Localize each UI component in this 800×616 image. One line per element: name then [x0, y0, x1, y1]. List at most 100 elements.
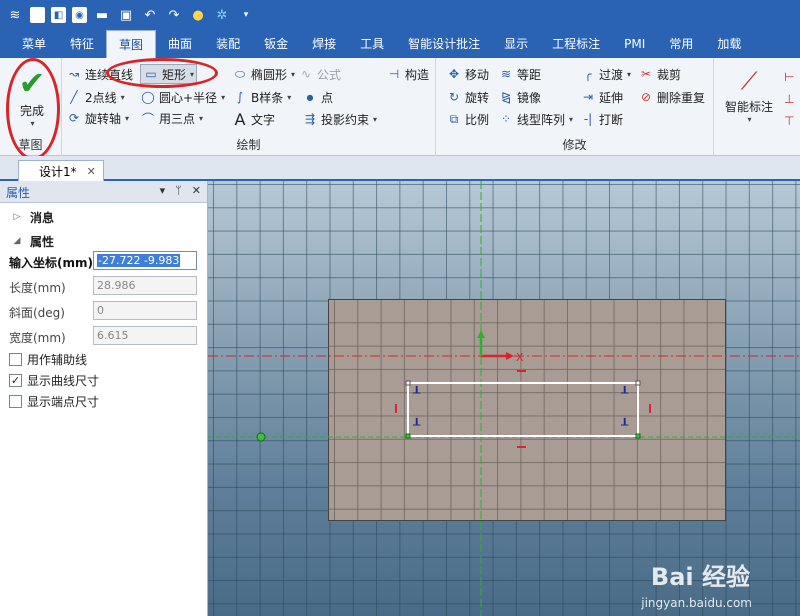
tab-load[interactable]: 加载: [705, 30, 753, 58]
show-curve-dim-label: 显示曲线尺寸: [27, 374, 100, 388]
lightbulb-icon[interactable]: ●: [189, 6, 207, 24]
chevron-down-icon: ▾: [747, 115, 752, 124]
move-button[interactable]: ✥ 移动: [446, 64, 489, 84]
tab-pmi[interactable]: PMI: [612, 30, 657, 58]
projection-constraint-button[interactable]: ⇶ 投影约束 ▾: [302, 109, 377, 129]
new-file-icon[interactable]: ◧: [51, 7, 66, 23]
width-field[interactable]: 6.615: [93, 326, 197, 345]
two-point-line-button[interactable]: ╱ 2点线 ▾: [66, 87, 124, 107]
message-section[interactable]: ▷ 消息: [0, 207, 208, 227]
bspline-button[interactable]: ∫ B样条 ▾: [232, 87, 291, 107]
save-icon[interactable]: ▣: [117, 6, 135, 24]
three-point-button[interactable]: ⌒ 用三点 ▾: [140, 108, 203, 128]
construct-button[interactable]: ⊣ 构造: [386, 64, 429, 84]
redo-icon[interactable]: ↷: [165, 6, 183, 24]
transition-button[interactable]: ╭ 过渡 ▾: [580, 64, 631, 84]
scale-button[interactable]: ⧉ 比例: [446, 109, 489, 129]
close-icon[interactable]: ✕: [192, 184, 201, 197]
smart-dimension-button[interactable]: ⟋ 智能标注 ▾: [720, 64, 778, 124]
rect-corner-handle[interactable]: [405, 380, 411, 386]
app-menu-icon[interactable]: ≋: [6, 6, 24, 24]
checkbox-icon: [9, 353, 22, 366]
linear-array-button[interactable]: ⁘ 线型阵列 ▾: [498, 109, 573, 129]
message-section-label: 消息: [30, 210, 55, 225]
width-label: 宽度(mm): [9, 331, 66, 345]
show-endpoint-dim-checkbox[interactable]: 显示端点尺寸: [9, 393, 99, 410]
close-icon[interactable]: ✕: [87, 165, 96, 178]
show-curve-dim-checkbox[interactable]: ✓ 显示曲线尺寸: [9, 372, 99, 389]
angle-field[interactable]: 0: [93, 301, 197, 320]
collapse-arrow-icon: ◢: [13, 236, 21, 246]
open-icon[interactable]: ◉: [72, 7, 87, 23]
rotate-button[interactable]: ↻ 旋转: [446, 87, 489, 107]
move-label: 移动: [465, 67, 490, 82]
length-field[interactable]: 28.986: [93, 276, 197, 295]
sketch-canvas[interactable]: X ┸ ┸ ┸ ┸ Bai 经验 jingyan.baidu.com: [208, 181, 800, 616]
coordinate-field[interactable]: -27.722 -9.983: [93, 251, 197, 270]
done-button[interactable]: ✔ 完成 ▾: [10, 64, 54, 134]
rotate-axis-label: 旋转轴: [85, 111, 122, 126]
tab-sheet-metal[interactable]: 钣金: [252, 30, 300, 58]
rect-corner-handle[interactable]: [405, 433, 411, 439]
rect-corner-handle[interactable]: [635, 380, 641, 386]
mirror-button[interactable]: ⧎ 镜像: [498, 87, 541, 107]
tab-feature[interactable]: 特征: [58, 30, 106, 58]
tab-common[interactable]: 常用: [657, 30, 705, 58]
property-section-label: 属性: [30, 234, 55, 249]
center-radius-button[interactable]: ◯ 圆心+半径 ▾: [140, 87, 225, 107]
tab-display[interactable]: 显示: [492, 30, 540, 58]
tab-tools[interactable]: 工具: [348, 30, 396, 58]
undo-icon[interactable]: ↶: [141, 6, 159, 24]
rotate-axis-button[interactable]: ⟳ 旋转轴 ▾: [66, 108, 129, 128]
connected-line-button[interactable]: ↝ 连续直线: [66, 64, 133, 84]
mirror-label: 镜像: [517, 90, 542, 105]
new-file-icon[interactable]: [30, 7, 45, 23]
folder-icon[interactable]: ▬: [93, 6, 111, 24]
rectangle-button[interactable]: ▭ 矩形 ▾: [140, 64, 198, 84]
equal-distance-button[interactable]: ≋ 等距: [498, 64, 541, 84]
trim-label: 裁剪: [657, 67, 682, 82]
tab-engineering-annotation[interactable]: 工程标注: [540, 30, 612, 58]
sketch-rectangle[interactable]: [407, 382, 639, 437]
equal-distance-label: 等距: [517, 67, 542, 82]
tab-sketch[interactable]: 草图: [106, 30, 157, 58]
line-icon: ╱: [70, 90, 78, 104]
rotate-axis-icon: ⟳: [68, 111, 80, 125]
chevron-down-icon: ▾: [199, 113, 204, 123]
chevron-down-icon: ▾: [291, 69, 296, 79]
ellipse-button[interactable]: ⬭ 椭圆形 ▾: [232, 64, 295, 84]
break-icon: -|: [583, 112, 593, 126]
cursor-point[interactable]: [256, 432, 266, 442]
tab-smart-annotation[interactable]: 智能设计批注: [396, 30, 492, 58]
dropdown-icon[interactable]: ▾: [160, 184, 166, 197]
construction-line-checkbox[interactable]: 用作辅助线: [9, 351, 87, 368]
property-panel: 属性 ▾ ᛘ ✕ ▷ 消息 ◢ 属性 输入坐标(mm) -27.722 -9.9…: [0, 181, 208, 616]
dimension-more-icon[interactable]: ⊢ ⊥ ⊤: [784, 66, 794, 132]
document-tab-label: 设计1*: [39, 164, 77, 179]
document-tab[interactable]: 设计1* ✕: [18, 160, 104, 181]
length-label: 长度(mm): [9, 281, 66, 295]
delete-duplicate-button[interactable]: ⊘ 删除重复: [638, 87, 705, 107]
tab-menu[interactable]: 菜单: [0, 30, 58, 58]
customize-dropdown-icon[interactable]: ▾: [237, 6, 255, 24]
sparkle-icon[interactable]: ✲: [213, 6, 231, 24]
trim-button[interactable]: ✂ 裁剪: [638, 64, 681, 84]
property-section[interactable]: ◢ 属性: [0, 231, 208, 251]
checkmark-icon: ✔: [18, 64, 46, 102]
break-button[interactable]: -| 打断: [580, 109, 623, 129]
text-button[interactable]: A 文字: [232, 109, 276, 129]
scissors-icon: ✂: [640, 67, 652, 81]
pin-icon[interactable]: ᛘ: [175, 184, 182, 197]
point-button[interactable]: ● 点: [302, 87, 334, 107]
tab-assembly[interactable]: 装配: [204, 30, 252, 58]
perpendicular-icon: ┸: [413, 385, 421, 400]
rect-corner-handle[interactable]: [635, 433, 641, 439]
group-label-sketch: 草图: [18, 138, 43, 152]
tab-weld[interactable]: 焊接: [300, 30, 348, 58]
transition-label: 过渡: [599, 67, 624, 82]
smart-dimension-label: 智能标注: [724, 100, 773, 114]
tab-surface[interactable]: 曲面: [156, 30, 204, 58]
extend-button[interactable]: ⇥ 延伸: [580, 87, 623, 107]
formula-button[interactable]: ∿ 公式: [298, 64, 341, 84]
modify-group: ✥ 移动 ↻ 旋转 ⧉ 比例 ≋ 等距 ⧎ 镜像 ⁘ 线型阵列 ▾ ╭ 过渡 ▾: [436, 58, 714, 156]
